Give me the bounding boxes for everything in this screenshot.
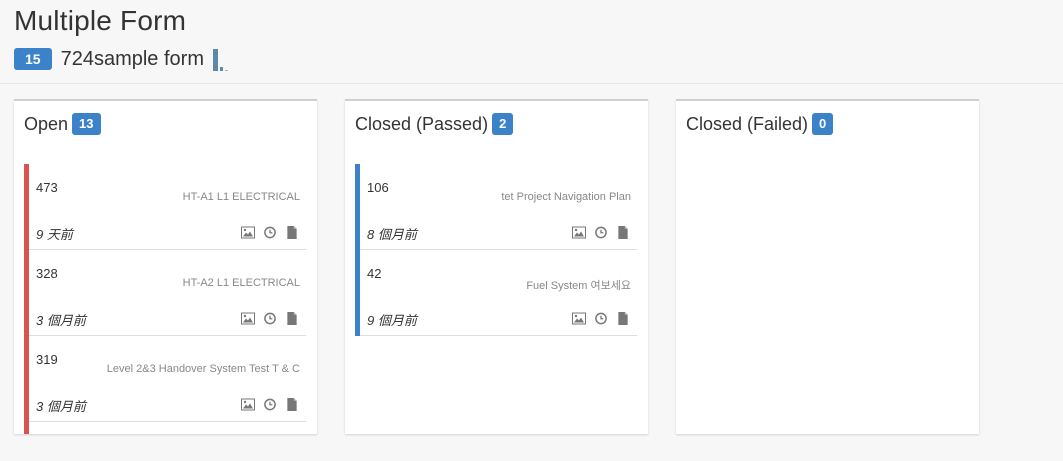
image-icon[interactable]: [241, 226, 255, 239]
card-number: 328: [36, 266, 58, 281]
image-icon[interactable]: [572, 312, 586, 325]
form-name[interactable]: 724sample form: [61, 48, 204, 71]
card-time: 9 天前: [36, 227, 73, 242]
mini-chart-icon: [212, 47, 230, 71]
status-stripe: [355, 250, 360, 336]
column-header: Closed (Failed) 0: [686, 113, 834, 135]
status-stripe: [24, 250, 29, 336]
clock-icon[interactable]: [594, 226, 608, 239]
card-description: HT-A1 L1 ELECTRICAL: [182, 191, 300, 203]
status-stripe: [355, 164, 360, 250]
clock-icon[interactable]: [263, 226, 277, 239]
column-open: Open 13 473 HT-A1 L1 ELECTRICAL 9 天前 328…: [14, 99, 317, 434]
form-card[interactable]: 473 HT-A1 L1 ELECTRICAL 9 天前: [24, 164, 306, 250]
form-card[interactable]: 328 HT-A2 L1 ELECTRICAL 3 個月前: [24, 250, 306, 336]
card-description: Fuel System 여보세요: [526, 280, 631, 292]
form-card[interactable]: 106 tet Project Navigation Plan 8 個月前: [355, 164, 637, 250]
column-count-badge: 2: [492, 113, 514, 135]
clock-icon[interactable]: [263, 312, 277, 325]
document-icon[interactable]: [285, 398, 299, 411]
document-icon[interactable]: [616, 312, 630, 325]
card-number: 106: [367, 180, 389, 195]
column-title: Closed (Passed): [355, 113, 489, 134]
document-icon[interactable]: [285, 312, 299, 325]
status-stripe: [24, 164, 29, 250]
image-icon[interactable]: [241, 398, 255, 411]
clock-icon[interactable]: [263, 398, 277, 411]
column-closed-failed: Closed (Failed) 0: [676, 99, 979, 434]
form-count-badge: 15: [14, 48, 52, 70]
card-time: 8 個月前: [367, 227, 417, 242]
column-closed-passed: Closed (Passed) 2 106 tet Project Naviga…: [345, 99, 648, 434]
form-header: 15 724sample form: [14, 47, 230, 71]
status-stripe: [24, 336, 29, 422]
card-description: HT-A2 L1 ELECTRICAL: [182, 277, 300, 289]
column-count-badge: 0: [812, 113, 834, 135]
card-time: 9 個月前: [367, 313, 417, 328]
next-card-stripe: [24, 422, 29, 434]
image-icon[interactable]: [572, 226, 586, 239]
form-card[interactable]: 319 Level 2&3 Handover System Test T & C…: [24, 336, 306, 422]
card-description: Level 2&3 Handover System Test T & C: [106, 363, 300, 375]
column-header: Open 13: [24, 113, 101, 135]
card-number: 42: [367, 266, 382, 281]
card-number: 319: [36, 352, 58, 367]
document-icon[interactable]: [616, 226, 630, 239]
card-description: tet Project Navigation Plan: [501, 191, 631, 203]
card-time: 3 個月前: [36, 313, 86, 328]
document-icon[interactable]: [285, 226, 299, 239]
card-time: 3 個月前: [36, 399, 86, 414]
form-card[interactable]: 42 Fuel System 여보세요 9 個月前: [355, 250, 637, 336]
header-divider: [0, 83, 1063, 84]
column-header: Closed (Passed) 2: [355, 113, 514, 135]
card-number: 473: [36, 180, 58, 195]
page-title: Multiple Form: [14, 5, 187, 36]
column-title: Closed (Failed): [686, 113, 809, 134]
image-icon[interactable]: [241, 312, 255, 325]
clock-icon[interactable]: [594, 312, 608, 325]
column-title: Open: [24, 113, 69, 134]
column-count-badge: 13: [72, 113, 101, 135]
